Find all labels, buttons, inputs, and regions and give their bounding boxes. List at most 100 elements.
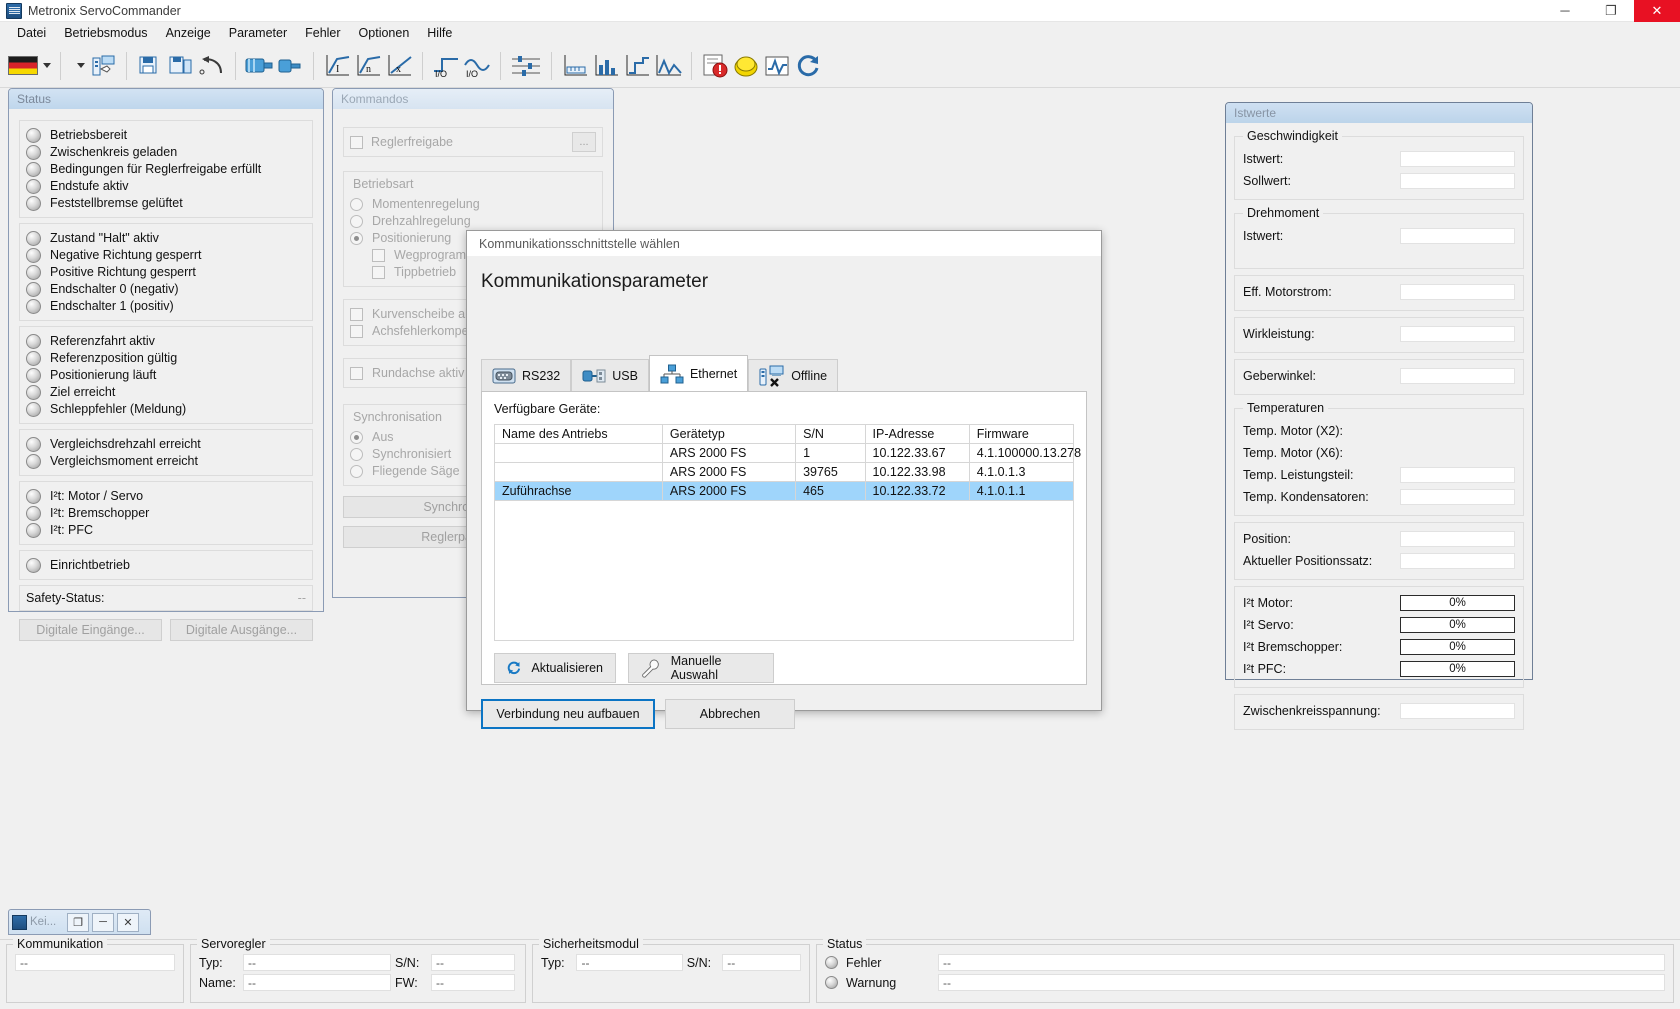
save-as-button[interactable] <box>166 50 196 82</box>
status-group-5: I²t: Motor / Servo I²t: Bremschopper I²t… <box>19 481 313 545</box>
status-row[interactable]: Schleppfehler (Meldung) <box>26 401 306 417</box>
language-flag-button[interactable] <box>6 50 52 82</box>
menu-item-hilfe[interactable]: Hilfe <box>418 24 461 42</box>
status-box: Status Fehler -- Warnung -- <box>816 937 1674 1003</box>
menu-item-betriebsmodus[interactable]: Betriebsmodus <box>55 24 156 42</box>
status-row[interactable]: Negative Richtung gesperrt <box>26 247 306 263</box>
tab-usb[interactable]: USB <box>571 359 649 391</box>
status-row[interactable]: Zustand "Halt" aktiv <box>26 230 306 246</box>
mode-option-drehzahlregelung[interactable]: Drehzahlregelung <box>350 213 596 229</box>
status-row[interactable]: Endstufe aktiv <box>26 178 306 194</box>
reconnect-button[interactable]: Verbindung neu aufbauen <box>481 699 655 729</box>
status-row[interactable]: Vergleichsdrehzahl erreicht <box>26 436 306 452</box>
status-label: Zustand "Halt" aktiv <box>50 231 159 245</box>
status-row[interactable]: Positionierung läuft <box>26 367 306 383</box>
status-row[interactable]: Betriebsbereit <box>26 127 306 143</box>
sliders-button[interactable] <box>509 50 543 82</box>
manual-selection-button[interactable]: Manuelle Auswahl <box>628 653 774 683</box>
status-row[interactable]: Referenzfahrt aktiv <box>26 333 306 349</box>
column-ip[interactable]: IP-Adresse <box>864 424 970 444</box>
tab-rs232[interactable]: RS232 <box>481 359 572 391</box>
row-label: I²t Servo: <box>1243 618 1294 632</box>
cell-firmware: 4.1.0.1.3 <box>968 462 1075 482</box>
geberwinkel-row: Geberwinkel: <box>1243 366 1515 386</box>
table-row[interactable]: ARS 2000 FS 1 10.122.33.67 4.1.100000.13… <box>494 443 1081 463</box>
emergency-stop-button[interactable] <box>731 50 761 82</box>
mode-option-momentenregelung[interactable]: Momentenregelung <box>350 196 596 212</box>
chart-step-button[interactable] <box>622 50 652 82</box>
status-row[interactable]: Bedingungen für Reglerfreigabe erfüllt <box>26 161 306 177</box>
status-row[interactable]: Endschalter 1 (positiv) <box>26 298 306 314</box>
tab-offline[interactable]: Offline <box>748 359 839 391</box>
speed-curve-button[interactable]: n <box>353 50 383 82</box>
status-row[interactable]: Ziel erreicht <box>26 384 306 400</box>
column-type[interactable]: Gerätetyp <box>661 424 797 444</box>
menu-item-datei[interactable]: Datei <box>8 24 55 42</box>
status-row[interactable]: I²t: PFC <box>26 522 306 538</box>
devices-table[interactable]: Name des Antriebs Gerätetyp S/N IP-Adres… <box>494 424 1081 501</box>
menu-item-fehler[interactable]: Fehler <box>296 24 349 42</box>
child-close-button[interactable]: ✕ <box>117 912 139 932</box>
child-minimize-button[interactable]: ─ <box>92 912 114 932</box>
motor-button[interactable] <box>244 50 274 82</box>
refresh-button[interactable] <box>793 50 823 82</box>
error-button[interactable] <box>700 50 730 82</box>
column-sn[interactable]: S/N <box>795 424 866 444</box>
current-curve-icon: I <box>326 54 350 75</box>
refresh-devices-button[interactable]: Aktualisieren <box>494 653 616 683</box>
device-config-button[interactable] <box>88 50 118 82</box>
digital-input-button[interactable]: I/O <box>431 50 461 82</box>
temp-leistungsteil-row: Temp. Leistungsteil: <box>1243 465 1515 485</box>
safety-status-label: Safety-Status: <box>26 591 105 605</box>
sync-label: Aus <box>372 430 394 444</box>
table-row[interactable]: ARS 2000 FS 39765 10.122.33.98 4.1.0.1.3 <box>494 462 1075 482</box>
column-firmware[interactable]: Firmware <box>968 424 1075 444</box>
column-name[interactable]: Name des Antriebs <box>494 424 663 444</box>
oscilloscope-button[interactable] <box>762 50 792 82</box>
menu-item-anzeige[interactable]: Anzeige <box>157 24 220 42</box>
table-row-selected[interactable]: Zuführachse ARS 2000 FS 465 10.122.33.72… <box>494 481 1075 501</box>
cancel-button[interactable]: Abbrechen <box>665 699 795 729</box>
devices-label: Verfügbare Geräte: <box>494 402 601 416</box>
minimize-button[interactable]: ─ <box>1542 0 1588 22</box>
digital-output-button[interactable]: I/O <box>462 50 492 82</box>
i2t-bremschopper-bar: 0% <box>1400 639 1515 655</box>
digital-outputs-button[interactable]: Digitale Ausgänge... <box>170 619 313 641</box>
child-restore-button[interactable]: ❐ <box>67 912 89 932</box>
temperaturen-legend: Temperaturen <box>1247 401 1325 415</box>
chart-bars-button[interactable] <box>591 50 621 82</box>
undo-button[interactable] <box>197 50 227 82</box>
reglerfreigabe-checkbox[interactable] <box>350 135 363 149</box>
safety-status-group: Safety-Status: -- <box>19 585 313 611</box>
chart-bars-icon <box>595 54 618 75</box>
ethernet-icon <box>660 364 684 383</box>
status-row[interactable]: Vergleichsmoment erreicht <box>26 453 306 469</box>
status-row[interactable]: I²t: Motor / Servo <box>26 488 306 504</box>
status-row[interactable]: Positive Richtung gesperrt <box>26 264 306 280</box>
status-row[interactable]: I²t: Bremschopper <box>26 505 306 521</box>
status-row[interactable]: Zwischenkreis geladen <box>26 144 306 160</box>
devices-list-empty-area[interactable] <box>494 501 1074 641</box>
status-row[interactable]: Einrichtbetrieb <box>26 557 306 573</box>
minimized-child-window[interactable]: Kei... ❐ ─ ✕ <box>8 909 151 935</box>
status-row[interactable]: Referenzposition gültig <box>26 350 306 366</box>
close-button[interactable]: ✕ <box>1634 0 1680 22</box>
led-indicator-icon <box>26 281 41 297</box>
position-curve-button[interactable]: x <box>384 50 414 82</box>
digital-inputs-button[interactable]: Digitale Eingänge... <box>19 619 162 641</box>
status-row[interactable]: Feststellbremse gelüftet <box>26 195 306 211</box>
current-curve-button[interactable]: I <box>322 50 352 82</box>
radio-icon <box>350 447 363 461</box>
reglerfreigabe-more-button[interactable]: ... <box>572 132 596 152</box>
save-button[interactable] <box>135 50 165 82</box>
chart-peak-button[interactable] <box>653 50 683 82</box>
maximize-button[interactable]: ❐ <box>1588 0 1634 22</box>
status-row[interactable]: Endschalter 0 (negativ) <box>26 281 306 297</box>
menu-item-parameter[interactable]: Parameter <box>220 24 296 42</box>
menu-item-optionen[interactable]: Optionen <box>350 24 419 42</box>
tab-ethernet[interactable]: Ethernet <box>648 355 749 391</box>
ruler-button[interactable] <box>560 50 590 82</box>
device-dropdown-button[interactable] <box>69 50 87 82</box>
toolbar-separator <box>422 51 423 80</box>
motor-small-button[interactable] <box>275 50 305 82</box>
